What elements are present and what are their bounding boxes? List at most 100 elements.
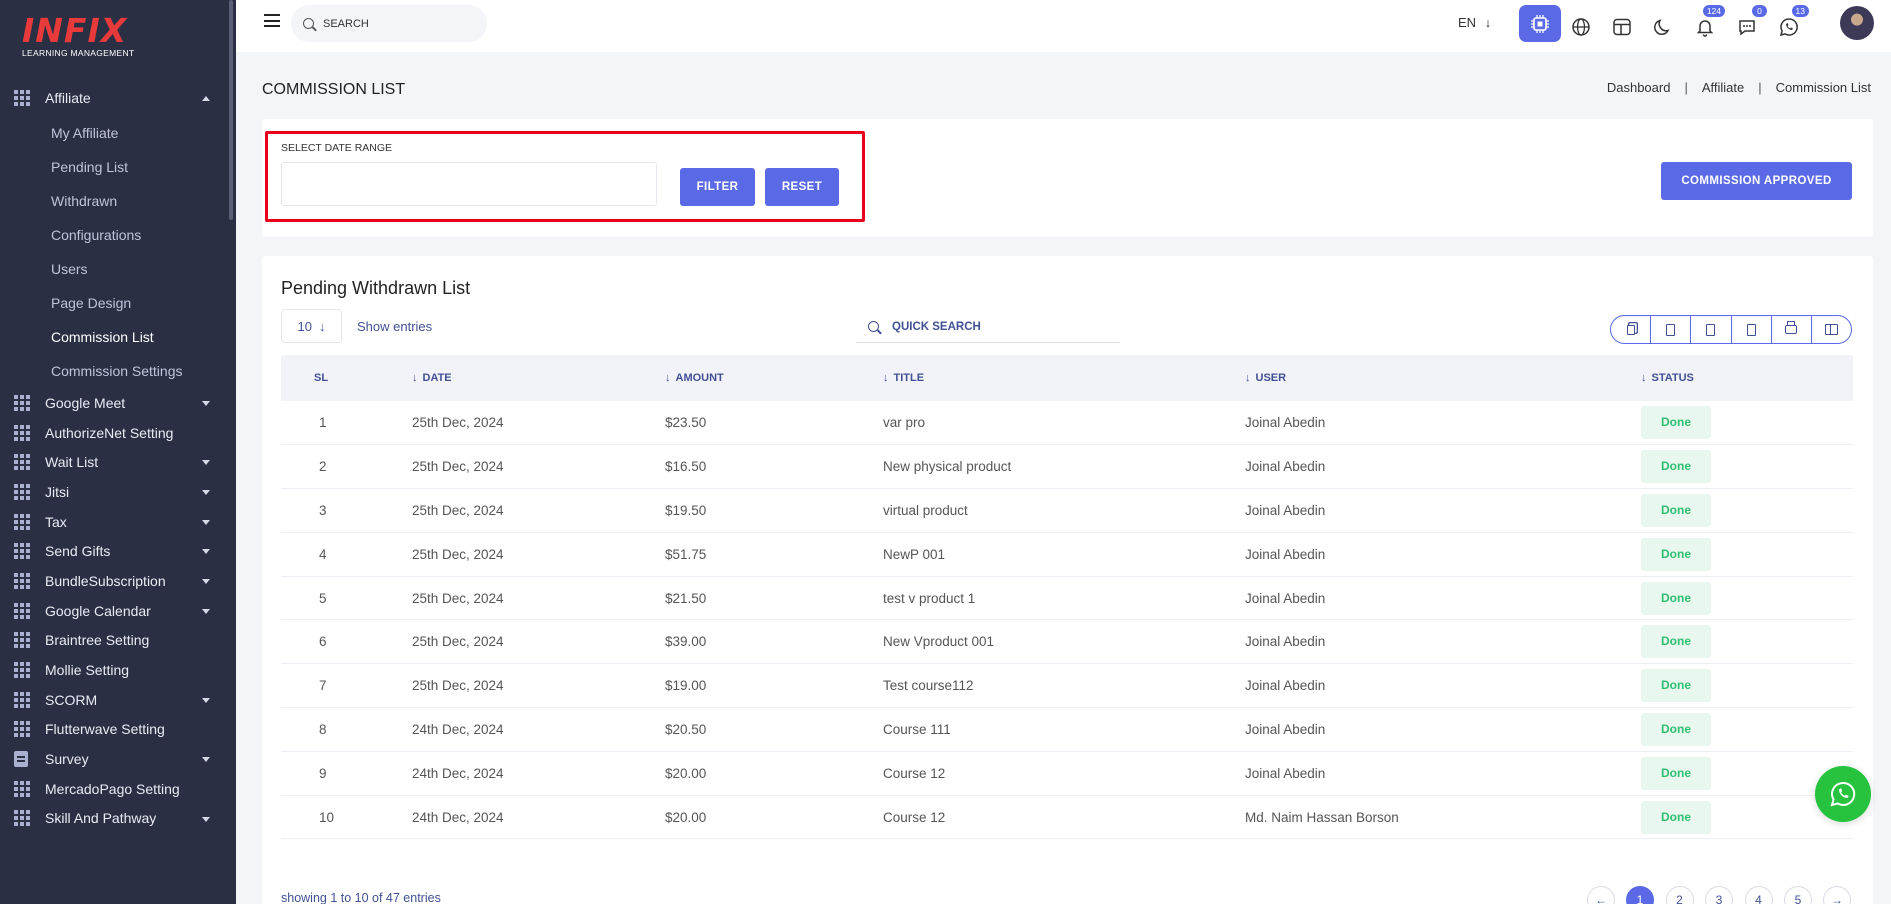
- moon-icon[interactable]: [1645, 9, 1681, 45]
- status-badge: Done: [1641, 581, 1711, 615]
- logo[interactable]: INFIX LEARNING MANAGEMENT: [22, 14, 134, 58]
- chevron-down-icon: [202, 460, 210, 466]
- sidebar-item-tax[interactable]: Tax: [0, 507, 232, 537]
- sidebar-subitem-commission-settings[interactable]: Commission Settings: [0, 354, 232, 388]
- entries-select[interactable]: 10 ↓: [281, 309, 342, 343]
- sidebar-item-braintree-setting[interactable]: Braintree Setting: [0, 626, 232, 656]
- cell-title: New physical product: [883, 459, 1012, 475]
- column-header-title[interactable]: ↓ TITLE: [883, 355, 1245, 401]
- csv-button[interactable]: [1651, 316, 1692, 343]
- sidebar-item-skill-and-pathway[interactable]: Skill And Pathway: [0, 804, 232, 834]
- print-button[interactable]: [1772, 316, 1812, 343]
- sidebar-item-label: Affiliate: [45, 90, 91, 106]
- cell-amount: $21.50: [665, 590, 707, 606]
- cell-amount: $51.75: [665, 546, 707, 562]
- cell-sl: 3: [319, 502, 327, 518]
- sidebar-item-label: Wait List: [45, 454, 99, 471]
- date-range-input[interactable]: [281, 162, 657, 206]
- grid-icon: [14, 483, 30, 500]
- sidebar-item-affiliate[interactable]: Affiliate: [0, 80, 232, 116]
- sidebar-subitem-page-design[interactable]: Page Design: [0, 286, 232, 320]
- pdf-button[interactable]: [1732, 316, 1772, 343]
- sidebar-item-survey[interactable]: Survey: [0, 744, 232, 774]
- sidebar-item-label: AuthorizeNet Setting: [45, 424, 174, 441]
- breadcrumb: Dashboard | Affiliate | Commission List: [1607, 80, 1871, 95]
- sidebar-item-bundlesubscription[interactable]: BundleSubscription: [0, 566, 232, 596]
- sidebar-item-flutterwave-setting[interactable]: Flutterwave Setting: [0, 715, 232, 745]
- column-header-amount[interactable]: ↓ AMOUNT: [665, 355, 883, 401]
- cell-user: Joinal Abedin: [1245, 459, 1326, 475]
- grid-icon: [14, 90, 30, 106]
- whatsapp-float-button[interactable]: [1815, 766, 1871, 822]
- sidebar-item-mollie-setting[interactable]: Mollie Setting: [0, 655, 232, 685]
- arrow-left-icon: ←: [1595, 893, 1607, 904]
- sidebar-subitem-withdrawn[interactable]: Withdrawn: [0, 184, 232, 218]
- cell-amount: $20.00: [665, 809, 707, 825]
- quick-search-input[interactable]: QUICK SEARCH: [856, 311, 1120, 343]
- page-button-2[interactable]: 2: [1665, 886, 1694, 904]
- cell-amount: $19.00: [665, 678, 707, 694]
- column-header-sl[interactable]: SL: [281, 355, 412, 401]
- cell-amount: $19.50: [665, 502, 707, 518]
- language-selector[interactable]: EN ↓: [1458, 15, 1491, 30]
- avatar[interactable]: [1840, 6, 1874, 40]
- filter-button[interactable]: FILTER: [680, 168, 755, 206]
- showing-entries-text: showing 1 to 10 of 47 entries: [281, 891, 441, 904]
- sidebar-item-authorizenet-setting[interactable]: AuthorizeNet Setting: [0, 418, 232, 448]
- sidebar-subitem-users[interactable]: Users: [0, 252, 232, 286]
- sidebar-subitem-commission-list[interactable]: Commission List: [0, 320, 232, 354]
- bell-icon[interactable]: 124: [1687, 5, 1725, 45]
- reset-button[interactable]: RESET: [765, 168, 839, 206]
- logo-text: INFIX: [22, 11, 128, 50]
- sidebar-item-scorm[interactable]: SCORM: [0, 685, 232, 715]
- sidebar-item-wait-list[interactable]: Wait List: [0, 447, 232, 477]
- layout-icon[interactable]: [1604, 9, 1640, 45]
- cell-status: Done: [1641, 664, 1853, 708]
- sidebar-item-mercadopago-setting[interactable]: MercadoPago Setting: [0, 774, 232, 804]
- grid-icon: [14, 454, 30, 471]
- search-input[interactable]: SEARCH: [291, 5, 487, 42]
- column-header-date[interactable]: ↓ DATE: [412, 355, 665, 401]
- chevron-down-icon: [202, 697, 210, 703]
- breadcrumb-affiliate[interactable]: Affiliate: [1702, 80, 1744, 95]
- commission-approved-button[interactable]: COMMISSION APPROVED: [1661, 162, 1852, 200]
- cell-amount: $16.50: [665, 459, 707, 475]
- sidebar-item-label: BundleSubscription: [45, 572, 166, 589]
- whatsapp-icon[interactable]: 13: [1771, 5, 1809, 45]
- column-header-user[interactable]: ↓ USER: [1245, 355, 1641, 401]
- sidebar-item-send-gifts[interactable]: Send Gifts: [0, 536, 232, 566]
- cell-title: virtual product: [883, 502, 968, 518]
- column-header-status[interactable]: ↓ STATUS: [1641, 355, 1853, 401]
- columns-button[interactable]: [1812, 316, 1851, 343]
- sidebar-item-label: Google Meet: [45, 394, 126, 411]
- sidebar-subitem-pending-list[interactable]: Pending List: [0, 150, 232, 184]
- hamburger-icon[interactable]: [264, 14, 280, 27]
- excel-button[interactable]: [1691, 316, 1732, 343]
- chat-icon[interactable]: 0: [1729, 5, 1767, 45]
- grid-icon: [14, 691, 30, 708]
- cell-date: 24th Dec, 2024: [412, 721, 504, 737]
- cell-status: Done: [1641, 708, 1853, 752]
- sidebar-item-label: Google Calendar: [45, 602, 151, 619]
- sidebar-item-google-meet[interactable]: Google Meet: [0, 388, 232, 418]
- grid-icon: [14, 721, 30, 738]
- grid-icon: [14, 572, 30, 589]
- table-row: 2 25th Dec, 2024 $16.50 New physical produc…: [281, 445, 1853, 489]
- sidebar-item-google-calendar[interactable]: Google Calendar: [0, 596, 232, 626]
- sort-arrow-icon: ↓: [412, 372, 418, 384]
- chip-icon[interactable]: [1519, 5, 1561, 42]
- cell-date: 25th Dec, 2024: [412, 502, 504, 518]
- copy-button[interactable]: [1611, 316, 1652, 343]
- sidebar-subitem-configurations[interactable]: Configurations: [0, 218, 232, 252]
- commission-table: SL ↓ DATE ↓ AMOUNT ↓ TITLE ↓ USER ↓ STATUS 1 2…: [281, 355, 1853, 839]
- sidebar-subitem-my-affiliate[interactable]: My Affiliate: [0, 116, 232, 150]
- status-badge: Done: [1641, 450, 1711, 484]
- sidebar-item-jitsi[interactable]: Jitsi: [0, 477, 232, 507]
- table-header: SL ↓ DATE ↓ AMOUNT ↓ TITLE ↓ USER ↓ STATUS: [281, 355, 1853, 401]
- sidebar: INFIX LEARNING MANAGEMENT Affiliate My A…: [0, 0, 236, 904]
- page-button-4[interactable]: 4: [1744, 886, 1773, 904]
- sidebar-item-label: Skill And Pathway: [45, 810, 157, 827]
- list-title: Pending Withdrawn List: [281, 278, 471, 298]
- breadcrumb-dashboard[interactable]: Dashboard: [1607, 80, 1671, 95]
- globe-icon[interactable]: [1563, 9, 1599, 45]
